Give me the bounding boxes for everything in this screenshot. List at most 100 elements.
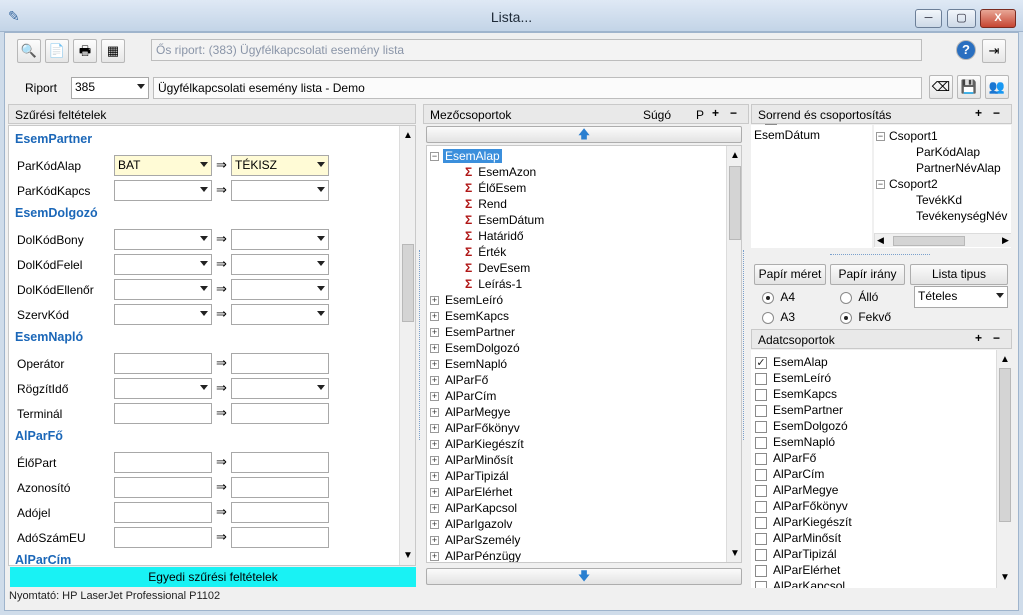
chevron-down-icon[interactable] [317,286,325,291]
tree-field-item[interactable]: Σ ÉlőEsem [427,180,725,196]
expand-icon[interactable]: + [430,360,439,370]
tree-group-label[interactable]: AlParFőkönyv [445,421,520,435]
add-icon[interactable]: + [975,106,982,120]
expand-icon[interactable]: + [430,424,439,434]
collapse-icon[interactable]: − [430,152,439,162]
tree-field-label[interactable]: ÉlőEsem [478,181,526,195]
radio-portrait[interactable]: Álló [840,290,878,304]
tree-group-label[interactable]: EsemKapcs [445,309,509,323]
list-type-button[interactable]: Lista tipus [910,264,1008,285]
data-group-item[interactable]: EsemLeíró [755,370,995,386]
data-group-item[interactable]: EsemNapló [755,434,995,450]
filter-from-input[interactable] [114,180,212,201]
users-icon[interactable]: 👥 [985,75,1009,99]
data-group-item[interactable]: AlParFő [755,450,995,466]
move-down-button[interactable]: 🡇 [426,568,742,585]
tree-field-item[interactable]: Σ Határidő [427,228,725,244]
checkbox[interactable] [755,420,767,433]
group-item[interactable]: TevékKd [876,192,1011,208]
tree-group-label[interactable]: EsemPartner [445,325,515,339]
checkbox[interactable] [755,452,767,465]
data-group-item[interactable]: AlParKiegészít [755,514,995,530]
tree-group-label[interactable]: AlParKiegészít [445,437,524,451]
report-id-select[interactable]: 385 [71,77,149,99]
scroll-thumb[interactable] [999,368,1011,522]
checkbox[interactable] [755,580,767,588]
tree-field-label[interactable]: Leírás-1 [478,277,522,291]
tree-group-label[interactable]: EsemAlap [443,149,502,163]
checkbox[interactable] [755,548,767,561]
filter-to-input[interactable] [231,254,329,275]
expand-icon[interactable]: + [430,472,439,482]
tree-group-label[interactable]: EsemDolgozó [445,341,520,355]
scroll-up-icon[interactable]: ▲ [730,150,740,161]
filter-from-input[interactable] [114,279,212,300]
data-groups-scrollbar[interactable]: ▲ ▼ [996,350,1012,588]
tree-field-label[interactable]: EsemDátum [478,213,544,227]
collapse-icon[interactable]: − [876,132,885,142]
filter-to-input[interactable] [231,229,329,250]
tree-group[interactable]: + AlParMinősít [427,452,725,468]
tree-group[interactable]: + AlParFőkönyv [427,420,725,436]
scroll-up-icon[interactable]: ▲ [403,130,413,141]
radio-landscape[interactable]: Fekvő [840,310,891,324]
tree-group[interactable]: + AlParIgazolv [427,516,725,532]
expand-icon[interactable]: + [430,376,439,386]
scroll-thumb[interactable] [729,166,741,240]
filter-to-input[interactable] [231,477,329,498]
group-node[interactable]: − Csoport2 [876,176,1011,192]
filter-to-input[interactable] [231,304,329,325]
radio-portrait-dot[interactable] [840,291,852,304]
tree-group-label[interactable]: AlParTipizál [445,469,509,483]
fields-scrollbar[interactable]: ▲ ▼ [726,146,741,562]
checkbox[interactable] [755,388,767,401]
chevron-down-icon[interactable] [200,236,208,241]
scroll-down-icon[interactable]: ▼ [403,550,413,561]
tree-group[interactable]: + EsemDolgozó [427,340,725,356]
tree-group[interactable]: + EsemPartner [427,324,725,340]
hsplitter[interactable] [830,254,930,258]
checkbox[interactable] [755,516,767,529]
tree-field-item[interactable]: Σ Érték [427,244,725,260]
chevron-down-icon[interactable] [200,286,208,291]
checkbox[interactable] [755,468,767,481]
filter-to-input[interactable] [231,452,329,473]
tree-group[interactable]: + AlParPénzügy [427,548,725,562]
paper-orientation-button[interactable]: Papír irány [830,264,905,285]
expand-icon[interactable]: + [430,392,439,402]
tree-group[interactable]: + AlParTipizál [427,468,725,484]
tree-group[interactable]: + AlParElérhet [427,484,725,500]
expand-icon[interactable]: + [430,344,439,354]
checkbox[interactable] [755,372,767,385]
tree-group-label[interactable]: AlParMegye [445,405,510,419]
tree-group-label[interactable]: AlParMinősít [445,453,513,467]
expand-icon[interactable]: + [430,552,439,562]
checkbox[interactable] [755,484,767,497]
expand-icon[interactable]: + [430,456,439,466]
remove-icon[interactable]: − [993,106,1000,120]
data-group-item[interactable]: AlParElérhet [755,562,995,578]
close-button[interactable]: X [980,9,1016,28]
tree-group-label[interactable]: AlParElérhet [445,485,512,499]
data-group-item[interactable]: AlParMinősít [755,530,995,546]
tree-group-label[interactable]: AlParFő [445,373,488,387]
help-icon[interactable]: ? [956,40,976,60]
chevron-down-icon[interactable] [317,162,325,167]
chevron-down-icon[interactable] [200,162,208,167]
tree-field-item[interactable]: Σ Rend [427,196,725,212]
custom-filter-button[interactable]: Egyedi szűrési feltételek [10,567,416,587]
expand-icon[interactable]: + [430,296,439,306]
filter-from-input[interactable]: BAT [114,155,212,176]
data-group-item[interactable]: ✓ EsemAlap [755,354,995,370]
tree-field-label[interactable]: Határidő [478,229,523,243]
data-group-item[interactable]: AlParMegye [755,482,995,498]
chevron-down-icon[interactable] [317,311,325,316]
tree-group[interactable]: + AlParFő [427,372,725,388]
paper-size-button[interactable]: Papír méret [754,264,826,285]
filter-from-input[interactable] [114,353,212,374]
data-group-item[interactable]: EsemDolgozó [755,418,995,434]
filter-to-input[interactable]: TÉKISZ [231,155,329,176]
filter-from-input[interactable] [114,254,212,275]
expand-icon[interactable]: + [430,328,439,338]
filter-from-input[interactable] [114,527,212,548]
